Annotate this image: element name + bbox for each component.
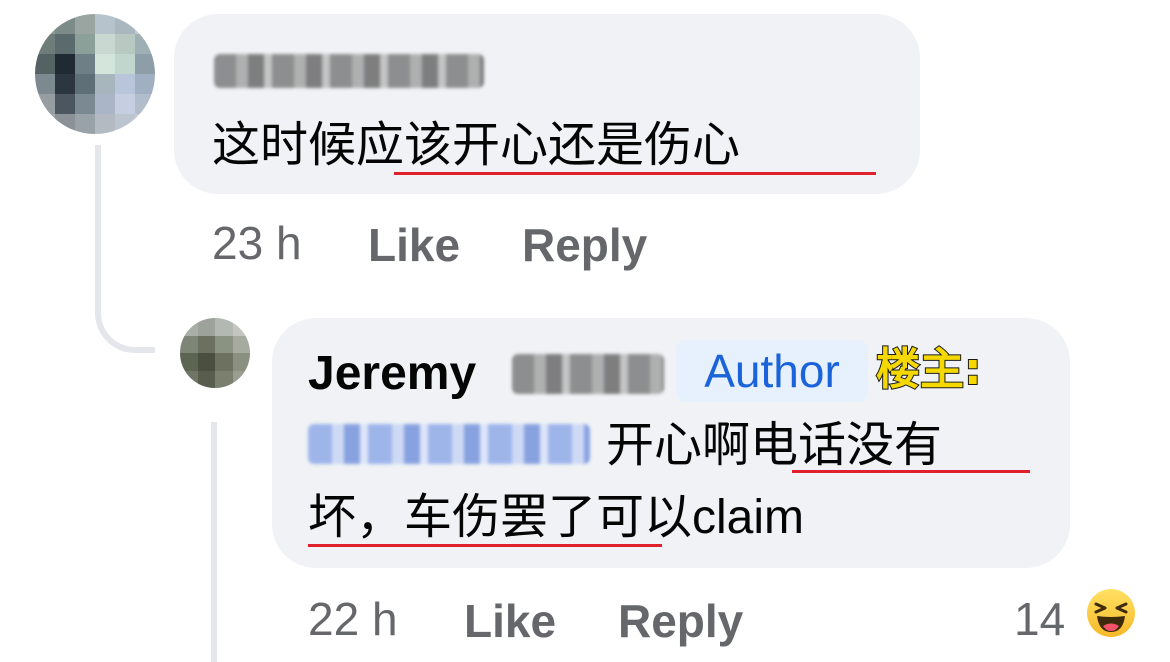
reply-button[interactable]: Reply (522, 222, 647, 268)
reply-bubble: Jeremy Author 楼主: 开心啊电话没有 坏，车伤罢了可以claim (272, 318, 1070, 568)
author-surname[interactable] (512, 354, 664, 394)
avatar[interactable] (35, 14, 155, 134)
commenter-name[interactable] (214, 54, 484, 88)
red-underline-annotation (792, 470, 1030, 473)
thread-connector-line (211, 422, 217, 662)
comment-bubble: 这时候应该开心还是伤心 (174, 14, 920, 194)
comment-timestamp[interactable]: 23 h (212, 220, 302, 266)
red-underline-annotation (394, 172, 876, 175)
author-badge: Author (676, 340, 868, 402)
comment-text: 这时候应该开心还是伤心 (212, 119, 741, 172)
op-annotation-label: 楼主: (875, 344, 983, 395)
mention-link[interactable] (308, 424, 590, 464)
comment-timestamp[interactable]: 22 h (308, 596, 398, 642)
like-button[interactable]: Like (368, 222, 460, 268)
avatar[interactable] (180, 318, 250, 388)
reaction-count[interactable]: 14 (1014, 596, 1065, 642)
reply-button[interactable]: Reply (618, 598, 743, 644)
red-underline-annotation (308, 544, 662, 547)
author-name[interactable]: Jeremy (308, 350, 476, 398)
thread-connector-line (95, 145, 155, 353)
like-button[interactable]: Like (464, 598, 556, 644)
comment-thread: 这时候应该开心还是伤心 23 h Like Reply Jeremy Autho… (0, 0, 1170, 662)
comment-text-line: 开心啊电话没有 (606, 419, 943, 472)
comment-text-line: 坏，车伤罢了可以claim (308, 491, 805, 544)
haha-emoji-icon[interactable] (1086, 588, 1136, 638)
